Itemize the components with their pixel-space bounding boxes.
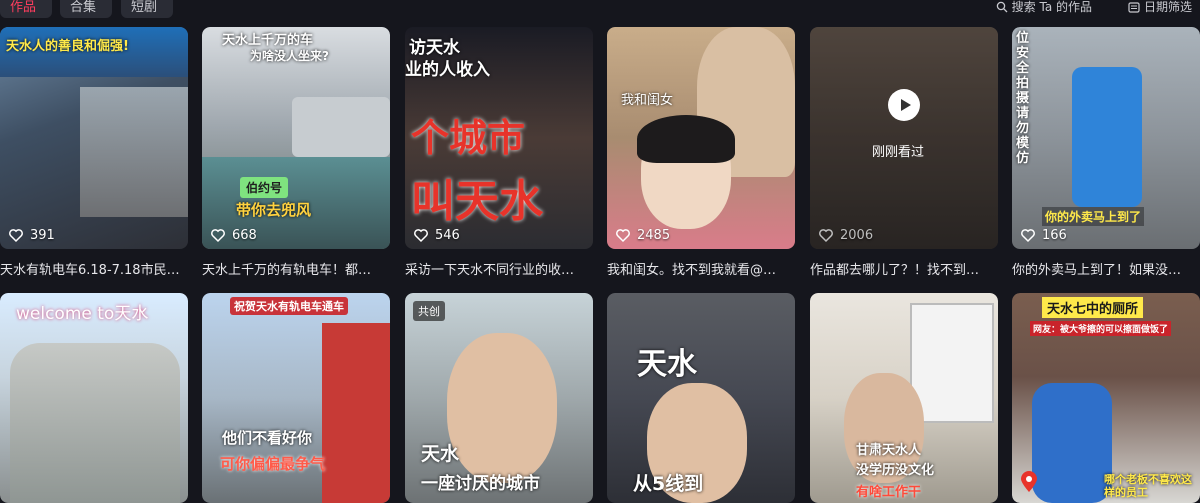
overlay-mid: 个城市 <box>411 116 526 160</box>
heart-icon <box>414 229 428 243</box>
tab-short-dramas[interactable]: 短剧 <box>121 0 173 18</box>
overlay-bottom-2: 一座讨厌的城市 <box>421 474 540 494</box>
overlay-title: 祝贺天水有轨电车通车 <box>230 297 348 315</box>
like-number: 668 <box>232 227 257 243</box>
overlay-title: 天水人的善良和倔强! <box>6 39 129 54</box>
video-thumbnail: 天水上千万的车 为啥没人坐来? 伯约号 带你去兜风 668 <box>202 27 390 249</box>
like-count: 391 <box>8 227 55 243</box>
heart-icon <box>1021 229 1035 243</box>
co-creation-badge: 共创 <box>413 301 445 321</box>
video-card-4[interactable]: 我和闺女 2485 我和闺女。找不到我就看@… <box>607 27 795 281</box>
filter-label: 日期筛选 <box>1143 0 1192 14</box>
calendar-icon <box>1128 2 1140 13</box>
video-card-12[interactable]: 天水七中的厕所 网友：被大爷擦的可以擦面做饭了 哪个老板不喜欢这样的员工 <box>1012 293 1200 503</box>
video-card-9[interactable]: 共创 天水 一座讨厌的城市 <box>405 293 593 503</box>
overlay-bottom-3: 有啥工作干 <box>856 485 922 500</box>
like-number: 166 <box>1042 227 1067 243</box>
location-pin-icon <box>1018 471 1040 493</box>
search-icon <box>996 1 1008 13</box>
overlay-subtitle: 业的人收入 <box>405 60 490 80</box>
video-thumbnail: 天水人的善良和倔强! 391 <box>0 27 188 249</box>
like-count: 2006 <box>818 227 873 243</box>
video-thumbnail: 位安全拍摄请勿模仿 你的外卖马上到了 166 <box>1012 27 1200 249</box>
overlay-bottom: 带你去兜风 <box>236 201 312 219</box>
date-filter-button[interactable]: 日期筛选 <box>1128 0 1192 15</box>
like-count: 668 <box>210 227 257 243</box>
like-number: 546 <box>435 227 460 243</box>
like-count: 546 <box>413 227 460 243</box>
video-thumbnail: 天水 从5线到 <box>607 293 795 503</box>
video-card-11[interactable]: 甘肃天水人 没学历没文化 有啥工作干 <box>810 293 998 503</box>
overlay-title: welcome to天水 <box>16 304 149 324</box>
search-works-button[interactable]: 搜索 Ta 的作品 <box>996 0 1092 15</box>
video-thumbnail: welcome to天水 <box>0 293 188 503</box>
video-caption[interactable]: 作品都去哪儿了？！找不到… <box>810 259 998 278</box>
heart-icon <box>211 229 225 243</box>
video-card-5[interactable]: 刚刚看过 2006 作品都去哪儿了？！找不到… <box>810 27 998 281</box>
overlay-bottom-2: 没学历没文化 <box>856 463 935 478</box>
like-count: 2485 <box>615 227 670 243</box>
like-number: 391 <box>30 227 55 243</box>
overlay-subtitle: 网友：被大爷擦的可以擦面做饭了 <box>1030 321 1172 336</box>
overlay-title: 天水七中的厕所 <box>1042 297 1144 318</box>
video-card-2[interactable]: 天水上千万的车 为啥没人坐来? 伯约号 带你去兜风 668 天水上千万的有轨电车… <box>202 27 390 281</box>
video-thumbnail: 访天水 业的人收入 个城市 叫天水 546 <box>405 27 593 249</box>
tab-collections[interactable]: 合集 <box>60 0 112 18</box>
overlay-bottom: 他们不看好你 <box>222 429 313 447</box>
overlay-bottom-2: 可你偏偏最争气 <box>220 455 326 473</box>
overlay-title: 我和闺女 <box>621 93 674 108</box>
overlay-bottom: 从5线到 <box>633 473 704 495</box>
video-card-8[interactable]: 祝贺天水有轨电车通车 他们不看好你 可你偏偏最争气 <box>202 293 390 503</box>
search-label: 搜索 Ta 的作品 <box>1011 0 1092 14</box>
video-thumbnail: 天水七中的厕所 网友：被大爷擦的可以擦面做饭了 哪个老板不喜欢这样的员工 <box>1012 293 1200 503</box>
tab-works[interactable]: 作品 <box>0 0 52 18</box>
video-card-10[interactable]: 天水 从5线到 <box>607 293 795 503</box>
video-caption[interactable]: 你的外卖马上到了！如果没… <box>1012 259 1200 278</box>
overlay-title: 位安全拍摄请勿模仿 <box>1016 31 1030 166</box>
video-caption[interactable]: 天水上千万的有轨电车！都… <box>202 259 390 278</box>
overlay-bottom: 叫天水 <box>411 176 543 227</box>
heart-icon <box>616 229 630 243</box>
play-icon[interactable] <box>888 89 920 121</box>
video-card-3[interactable]: 访天水 业的人收入 个城市 叫天水 546 采访一下天水不同行业的收… <box>405 27 593 281</box>
overlay-bottom: 你的外卖马上到了 <box>1042 207 1145 226</box>
overlay-mid: 伯约号 <box>240 177 289 198</box>
overlay-title: 天水上千万的车 <box>222 33 314 48</box>
video-card-1[interactable]: 天水人的善良和倔强! 391 天水有轨电车6.18-7.18市民… <box>0 27 188 281</box>
like-number: 2485 <box>637 227 671 243</box>
video-thumbnail: 我和闺女 2485 <box>607 27 795 249</box>
overlay-title: 天水 <box>637 347 697 382</box>
video-caption[interactable]: 采访一下天水不同行业的收… <box>405 259 593 278</box>
video-card-7[interactable]: welcome to天水 <box>0 293 188 503</box>
overlay-bottom: 甘肃天水人 <box>856 443 922 458</box>
like-count: 166 <box>1020 227 1067 243</box>
overlay-subtitle: 为啥没人坐来? <box>250 49 329 63</box>
video-card-6[interactable]: 位安全拍摄请勿模仿 你的外卖马上到了 166 你的外卖马上到了！如果没… <box>1012 27 1200 281</box>
overlay-title: 刚刚看过 <box>872 145 925 160</box>
like-number: 2006 <box>840 227 874 243</box>
video-thumbnail: 刚刚看过 2006 <box>810 27 998 249</box>
video-thumbnail: 祝贺天水有轨电车通车 他们不看好你 可你偏偏最争气 <box>202 293 390 503</box>
top-bar: 作品 合集 短剧 搜索 Ta 的作品 日期筛选 <box>0 0 1200 18</box>
video-caption[interactable]: 我和闺女。找不到我就看@… <box>607 259 795 278</box>
video-thumbnail: 共创 天水 一座讨厌的城市 <box>405 293 593 503</box>
video-caption[interactable]: 天水有轨电车6.18-7.18市民… <box>0 259 188 278</box>
overlay-bottom: 哪个老板不喜欢这样的员工 <box>1104 473 1192 499</box>
video-thumbnail: 甘肃天水人 没学历没文化 有啥工作干 <box>810 293 998 503</box>
overlay-bottom: 天水 <box>421 443 460 465</box>
heart-icon <box>819 229 833 243</box>
heart-icon <box>9 229 23 243</box>
